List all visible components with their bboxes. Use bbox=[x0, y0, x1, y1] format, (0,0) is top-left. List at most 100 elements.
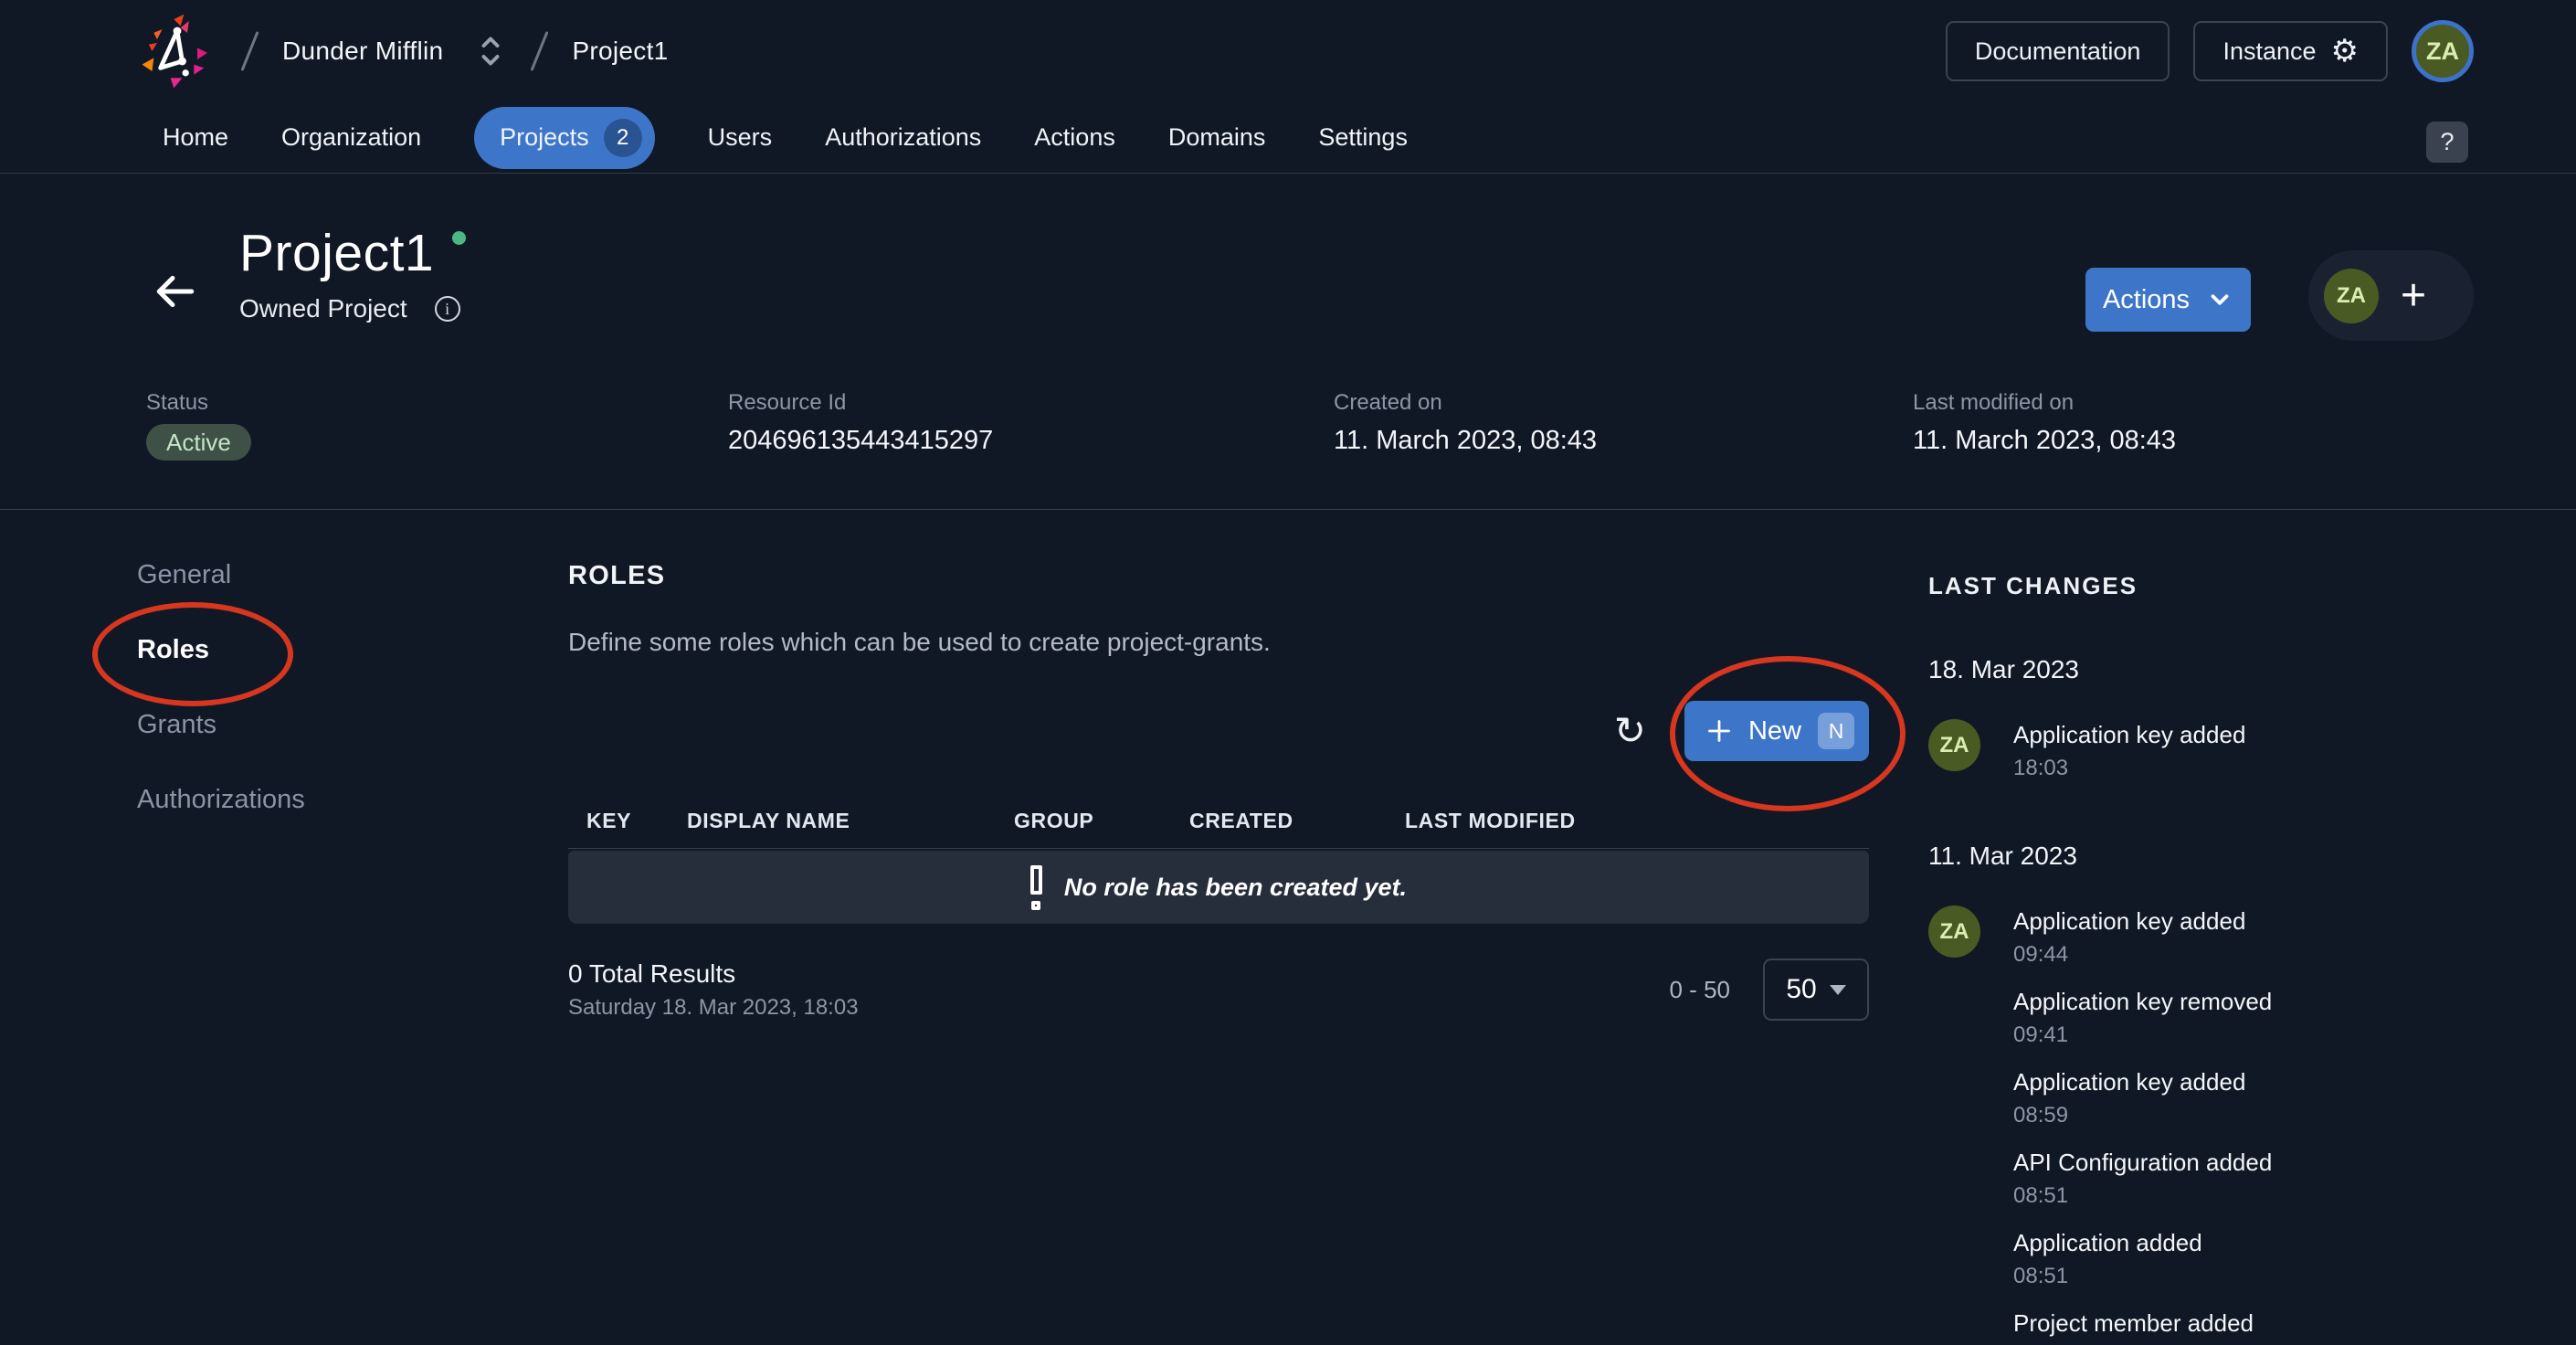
org-selector[interactable]: Dunder Mifflin bbox=[282, 37, 443, 66]
project-title-block: Project1 Owned Project i bbox=[239, 223, 466, 323]
change-title: API Configuration added bbox=[2013, 1149, 2272, 1177]
change-title: Application key removed bbox=[2013, 988, 2272, 1016]
empty-state-text: No role has been created yet. bbox=[1064, 874, 1407, 902]
resource-id-label: Resource Id bbox=[728, 390, 993, 416]
breadcrumb-slash bbox=[531, 31, 549, 71]
page-size-select[interactable]: 50 bbox=[1763, 958, 1869, 1021]
resource-id-value: 204696135443415297 bbox=[728, 426, 993, 456]
project-side-menu: General Roles Grants Authorizations bbox=[137, 554, 305, 853]
sidebar-item-authorizations[interactable]: Authorizations bbox=[137, 778, 305, 821]
last-changes-panel: LAST CHANGES 18. Mar 2023 ZA Application… bbox=[1928, 548, 2531, 1345]
empty-state-row: No role has been created yet. bbox=[568, 851, 1869, 924]
info-icon[interactable]: i bbox=[435, 296, 460, 322]
change-entry: Project member added 08:43 bbox=[1928, 1308, 2531, 1345]
change-entry: Application key removed 09:41 bbox=[1928, 986, 2531, 1048]
nav-tab-organization[interactable]: Organization bbox=[281, 123, 421, 152]
documentation-button[interactable]: Documentation bbox=[1946, 21, 2170, 81]
change-time: 08:51 bbox=[2013, 1264, 2202, 1289]
breadcrumb-project[interactable]: Project1 bbox=[572, 37, 668, 66]
change-time: 09:41 bbox=[2013, 1022, 2272, 1048]
instance-button-label: Instance bbox=[2222, 37, 2316, 66]
main-nav: Home Organization Projects 2 Users Autho… bbox=[0, 102, 2576, 174]
status-label: Status bbox=[146, 390, 251, 416]
nav-tab-projects[interactable]: Projects 2 bbox=[474, 107, 655, 169]
nav-tab-projects-label: Projects bbox=[500, 123, 589, 152]
change-entry: ZA Application key added 18:03 bbox=[1928, 719, 2531, 781]
roles-section: ROLES Define some roles which can be use… bbox=[568, 548, 1869, 1021]
nav-tab-authorizations[interactable]: Authorizations bbox=[825, 123, 981, 152]
sidebar-item-roles[interactable]: Roles bbox=[137, 629, 305, 671]
active-state-dot bbox=[452, 231, 466, 245]
pagination: 0 - 50 50 bbox=[1670, 958, 1870, 1021]
change-title: Application key added bbox=[2013, 1068, 2245, 1096]
meta-status: Status Active bbox=[146, 390, 251, 461]
back-button[interactable] bbox=[152, 269, 197, 314]
project-type-label: Owned Project bbox=[239, 294, 407, 323]
change-time: 09:44 bbox=[2013, 942, 2245, 968]
roles-description: Define some roles which can be used to c… bbox=[568, 628, 1869, 657]
change-title: Application added bbox=[2013, 1229, 2202, 1257]
new-role-button[interactable]: New N bbox=[1684, 701, 1869, 761]
nav-tab-domains[interactable]: Domains bbox=[1168, 123, 1266, 152]
sidebar-item-general[interactable]: General bbox=[137, 554, 305, 596]
page-title: Project1 bbox=[239, 223, 434, 283]
meta-resource-id: Resource Id 204696135443415297 bbox=[728, 390, 993, 456]
change-date: 18. Mar 2023 bbox=[1928, 655, 2531, 684]
page-range: 0 - 50 bbox=[1670, 976, 1731, 1004]
add-member-button[interactable]: + bbox=[2401, 274, 2426, 318]
exclamation-icon bbox=[1030, 865, 1042, 910]
change-date: 11. Mar 2023 bbox=[1928, 842, 2531, 871]
last-modified-label: Last modified on bbox=[1913, 390, 2176, 416]
change-avatar: ZA bbox=[1928, 719, 1980, 771]
actions-dropdown-button[interactable]: Actions bbox=[2085, 268, 2251, 332]
nav-tab-users[interactable]: Users bbox=[708, 123, 773, 152]
roles-heading: ROLES bbox=[568, 561, 1869, 591]
project-members-pill: ZA + bbox=[2308, 250, 2474, 341]
change-time: 08:59 bbox=[2013, 1103, 2245, 1128]
meta-created: Created on 11. March 2023, 08:43 bbox=[1334, 390, 1597, 456]
change-time: 08:51 bbox=[2013, 1183, 2272, 1209]
roles-toolbar: ↻ New N bbox=[568, 701, 1869, 761]
meta-modified: Last modified on 11. March 2023, 08:43 bbox=[1913, 390, 2176, 456]
created-on-value: 11. March 2023, 08:43 bbox=[1334, 426, 1597, 456]
status-badge: Active bbox=[146, 424, 251, 461]
nav-tab-actions[interactable]: Actions bbox=[1034, 123, 1115, 152]
change-time: 18:03 bbox=[2013, 756, 2245, 781]
change-entry: Application key added 08:59 bbox=[1928, 1066, 2531, 1128]
zitadel-logo[interactable] bbox=[137, 11, 217, 91]
top-header: Dunder Mifflin Project1 Documentation In… bbox=[0, 0, 2576, 102]
sidebar-item-grants[interactable]: Grants bbox=[137, 704, 305, 746]
change-entry: API Configuration added 08:51 bbox=[1928, 1147, 2531, 1209]
column-header-display-name: DISPLAY NAME bbox=[687, 809, 1014, 833]
member-avatar[interactable]: ZA bbox=[2324, 269, 2379, 323]
last-changes-heading: LAST CHANGES bbox=[1928, 572, 2531, 600]
total-results: 0 Total Results bbox=[568, 959, 859, 989]
actions-dropdown-label: Actions bbox=[2103, 285, 2190, 315]
roles-table-header: KEY DISPLAY NAME GROUP CREATED LAST MODI… bbox=[568, 794, 1869, 849]
refresh-icon[interactable]: ↻ bbox=[1614, 712, 1646, 750]
change-entry: Application added 08:51 bbox=[1928, 1227, 2531, 1289]
last-modified-value: 11. March 2023, 08:43 bbox=[1913, 426, 2176, 456]
org-switch-icon[interactable] bbox=[474, 31, 507, 71]
breadcrumb: Dunder Mifflin Project1 bbox=[137, 11, 669, 91]
nav-tab-settings[interactable]: Settings bbox=[1318, 123, 1408, 152]
breadcrumb-slash bbox=[240, 31, 259, 71]
change-title: Project member added bbox=[2013, 1309, 2254, 1338]
column-header-last-modified: LAST MODIFIED bbox=[1405, 809, 1869, 833]
results-timestamp: Saturday 18. Mar 2023, 18:03 bbox=[568, 995, 859, 1021]
change-title: Application key added bbox=[2013, 721, 2245, 749]
help-button[interactable]: ? bbox=[2426, 122, 2468, 163]
nav-tab-home[interactable]: Home bbox=[163, 123, 228, 152]
column-header-created: CREATED bbox=[1189, 809, 1405, 833]
change-title: Application key added bbox=[2013, 907, 2245, 936]
plus-icon bbox=[1706, 718, 1732, 744]
projects-count-badge: 2 bbox=[604, 119, 642, 157]
header-actions: Documentation Instance ⚙ ZA bbox=[1946, 20, 2474, 82]
page-size-value: 50 bbox=[1786, 974, 1816, 1005]
chevron-down-icon bbox=[2206, 286, 2233, 313]
user-avatar[interactable]: ZA bbox=[2412, 20, 2474, 82]
instance-button[interactable]: Instance ⚙ bbox=[2193, 21, 2388, 81]
new-role-button-label: New bbox=[1748, 716, 1801, 747]
gear-icon: ⚙ bbox=[2331, 36, 2359, 67]
zitadel-console: Dunder Mifflin Project1 Documentation In… bbox=[0, 0, 2576, 1345]
